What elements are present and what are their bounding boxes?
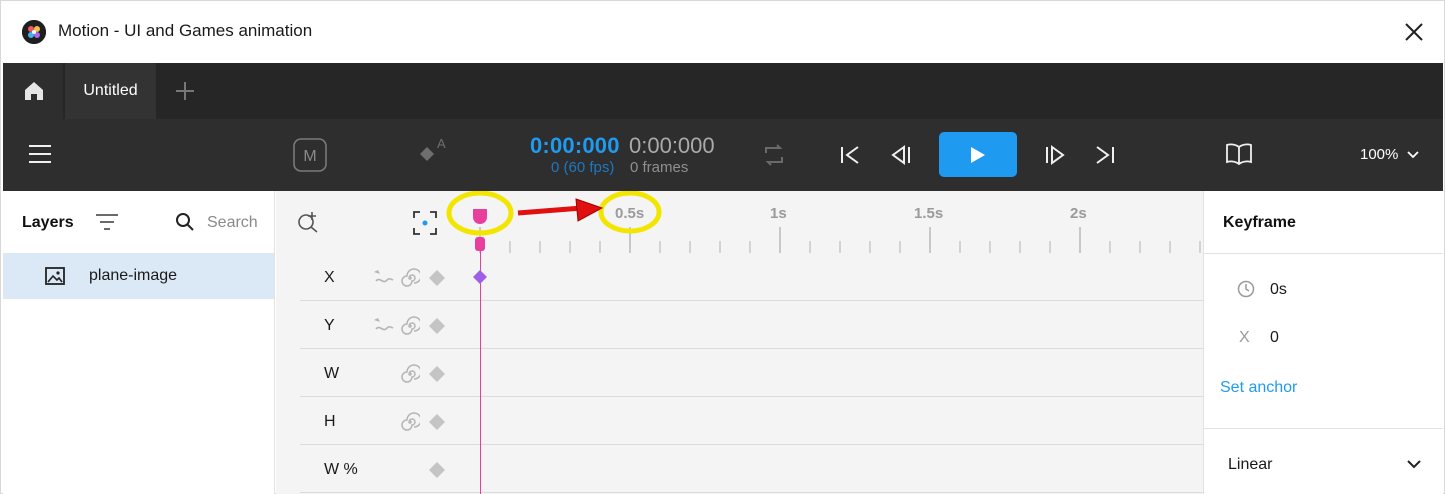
highlight-circle	[598, 191, 662, 234]
zoom-value: 100%	[1360, 146, 1399, 163]
row-divider	[300, 300, 1203, 301]
book-icon[interactable]	[1225, 143, 1253, 165]
keyframe-diamond-icon[interactable]	[428, 413, 446, 431]
keyframe-panel: Keyframe 0s X 0 Set anchor Linear	[1203, 191, 1443, 494]
auto-keyframe-icon[interactable]: A	[415, 135, 447, 167]
keyframe-time-value[interactable]: 0s	[1270, 281, 1287, 299]
step-forward-icon[interactable]	[1044, 145, 1066, 165]
row-divider	[300, 444, 1203, 445]
close-icon[interactable]	[1402, 20, 1426, 44]
keyframe-diamond-icon[interactable]	[428, 461, 446, 479]
skip-to-start-icon[interactable]	[839, 145, 861, 165]
divider	[1204, 428, 1443, 429]
property-label-w-percent: W %	[324, 461, 358, 478]
easing-select[interactable]: Linear	[1228, 456, 1272, 474]
plus-icon[interactable]	[173, 79, 197, 103]
layer-name: plane-image	[89, 267, 178, 284]
playhead-handle[interactable]	[473, 209, 487, 224]
keyframe-diamond-icon[interactable]	[428, 269, 446, 287]
skip-to-end-icon[interactable]	[1094, 145, 1116, 165]
play-button[interactable]	[939, 132, 1017, 177]
timeline: 0.5s 1s 1.5s 2s X Y W H W %	[276, 191, 1203, 494]
step-back-icon[interactable]	[890, 145, 912, 165]
property-label-x: X	[324, 269, 335, 286]
playback-toolbar: M A 0:00:000 0 (60 fps) 0:00:000 0 frame…	[3, 119, 1443, 191]
path-icon[interactable]	[372, 316, 394, 334]
layer-item[interactable]: plane-image	[3, 253, 274, 299]
layers-title: Layers	[22, 214, 74, 231]
app-window: Motion - UI and Games animation Untitled…	[0, 0, 1445, 494]
keyframe-title: Keyframe	[1223, 214, 1296, 231]
hamburger-menu-icon[interactable]	[28, 144, 52, 164]
row-divider	[300, 396, 1203, 397]
home-button[interactable]	[3, 63, 63, 119]
title-bar: Motion - UI and Games animation	[1, 1, 1444, 63]
x-value[interactable]: 0	[1270, 329, 1279, 347]
zoom-select[interactable]: 100%	[1360, 146, 1419, 163]
spiral-icon[interactable]	[400, 364, 420, 384]
spiral-icon[interactable]	[400, 412, 420, 432]
image-icon	[45, 267, 65, 285]
tab-bar: Untitled	[3, 63, 1443, 119]
keyframe-diamond-icon[interactable]	[428, 317, 446, 335]
property-label-y: Y	[324, 317, 335, 334]
loop-icon[interactable]	[763, 143, 785, 167]
chevron-down-icon	[1406, 151, 1419, 159]
clock-icon	[1237, 280, 1255, 298]
duration-time: 0:00:000	[629, 133, 715, 158]
layers-panel: Layers Search plane-image	[3, 191, 275, 494]
current-time: 0:00:000	[530, 133, 620, 158]
annotation-overlay	[446, 191, 662, 251]
x-axis-label: X	[1239, 329, 1250, 346]
filter-icon[interactable]	[95, 213, 119, 231]
svg-text:A: A	[437, 136, 446, 151]
path-icon[interactable]	[372, 268, 394, 286]
keyframe-diamond-icon[interactable]	[428, 365, 446, 383]
search-input[interactable]: Search	[207, 214, 258, 232]
play-icon	[971, 147, 985, 163]
tab-untitled[interactable]: Untitled	[65, 63, 156, 119]
keyframe-marker[interactable]	[472, 269, 488, 285]
row-divider	[300, 348, 1203, 349]
duration-frames: 0 frames	[630, 159, 689, 176]
motion-logo-icon	[22, 20, 46, 44]
svg-text:M: M	[303, 148, 316, 165]
spiral-icon[interactable]	[400, 268, 420, 288]
row-divider	[300, 492, 1203, 493]
set-anchor-link[interactable]: Set anchor	[1220, 379, 1297, 397]
red-arrow-head	[575, 198, 604, 222]
window-title: Motion - UI and Games animation	[58, 21, 313, 40]
playhead-tail	[475, 237, 485, 251]
property-label-w: W	[324, 365, 340, 382]
red-arrow	[517, 205, 583, 216]
divider	[1204, 253, 1443, 254]
home-icon	[25, 82, 43, 100]
chevron-down-icon[interactable]	[1407, 460, 1421, 469]
spiral-icon[interactable]	[400, 316, 420, 336]
search-icon[interactable]	[175, 212, 195, 232]
property-label-h: H	[324, 413, 336, 430]
m-mode-button[interactable]: M	[293, 138, 327, 172]
current-frame-fps: 0 (60 fps)	[551, 159, 615, 176]
